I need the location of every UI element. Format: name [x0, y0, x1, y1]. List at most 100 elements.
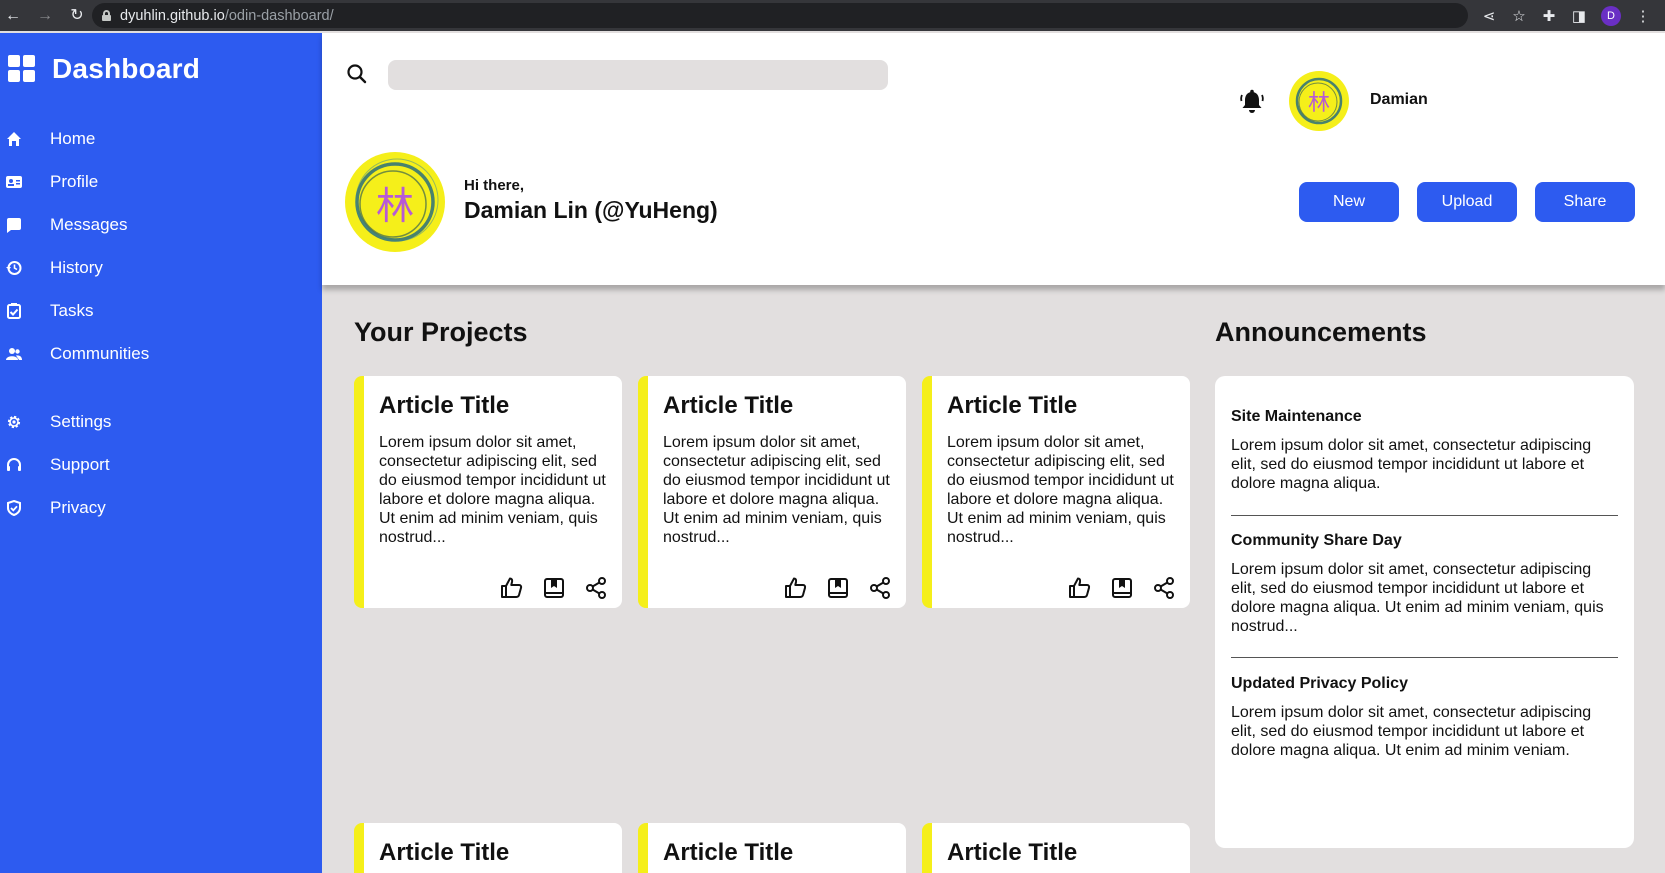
shield-icon — [6, 500, 22, 516]
project-card[interactable]: Article Title — [638, 823, 906, 873]
sidebar-item-label: Tasks — [50, 301, 94, 320]
project-card[interactable]: Article Title Lorem ipsum dolor sit amet… — [922, 376, 1190, 608]
sidebar-item-label: History — [50, 258, 103, 277]
sidebar-item-label: Settings — [50, 412, 112, 431]
card-title: Article Title — [663, 839, 794, 866]
search-icon[interactable] — [346, 63, 368, 85]
profile-avatar-large: 林 — [344, 151, 446, 253]
gear-icon — [6, 414, 22, 430]
id-card-icon — [6, 174, 22, 190]
headset-icon — [6, 457, 22, 473]
profile-avatar[interactable]: D — [1601, 5, 1621, 26]
card-actions — [1068, 576, 1176, 600]
thumbs-up-icon[interactable] — [500, 576, 524, 600]
bookmark-star-icon[interactable]: ☆ — [1511, 7, 1527, 25]
sidebar-item-privacy[interactable]: Privacy — [0, 493, 322, 523]
lock-icon — [102, 10, 111, 21]
browser-nav: ← → ↻ — [0, 7, 90, 24]
announcement-title: Community Share Day — [1231, 532, 1402, 549]
sidebar-item-support[interactable]: Support — [0, 450, 322, 480]
share-icon[interactable] — [868, 576, 892, 600]
brand[interactable]: Dashboard — [8, 53, 200, 85]
announcement-title: Site Maintenance — [1231, 408, 1362, 425]
share-icon[interactable] — [1152, 576, 1176, 600]
sidebar-item-label: Privacy — [50, 498, 106, 517]
sidebar-item-label: Communities — [50, 344, 150, 363]
card-body: Lorem ipsum dolor sit amet, consectetur … — [947, 434, 1174, 546]
avatar[interactable]: 林 — [1288, 70, 1350, 132]
people-icon — [6, 346, 22, 362]
divider — [1231, 515, 1618, 516]
card-actions — [500, 576, 608, 600]
home-icon — [6, 131, 22, 147]
bookmark-icon[interactable] — [1110, 576, 1134, 600]
side-panel-icon[interactable]: ◨ — [1571, 7, 1587, 25]
sidebar-item-communities[interactable]: Communities — [0, 339, 322, 369]
url-host: dyuhlin.github.io — [120, 7, 225, 24]
forward-icon[interactable]: → — [36, 7, 54, 24]
browser-actions: ⋖ ☆ ✚ ◨ D ⋮ — [1481, 0, 1665, 31]
card-body: Lorem ipsum dolor sit amet, consectetur … — [663, 434, 890, 546]
greeting-text: Hi there, — [464, 177, 525, 194]
header: 林 Damian 林 Hi there, Damian Lin (@YuHeng… — [322, 33, 1665, 285]
project-card[interactable]: Article Title Lorem ipsum dolor sit amet… — [638, 376, 906, 608]
announcements-heading: Announcements — [1215, 317, 1427, 347]
card-title: Article Title — [379, 392, 510, 419]
extensions-icon[interactable]: ✚ — [1541, 7, 1557, 25]
address-bar[interactable]: dyuhlin.github.io/odin-dashboard/ — [92, 3, 1468, 28]
project-card[interactable]: Article Title — [354, 823, 622, 873]
announcement-item: Updated Privacy Policy Lorem ipsum dolor… — [1231, 675, 1618, 760]
notification-bell-icon[interactable] — [1238, 88, 1266, 116]
reload-icon[interactable]: ↻ — [68, 7, 86, 24]
clipboard-check-icon — [6, 303, 22, 319]
projects-heading: Your Projects — [354, 317, 528, 347]
avatar-char: 林 — [375, 183, 414, 228]
thumbs-up-icon[interactable] — [1068, 576, 1092, 600]
sidebar-item-profile[interactable]: Profile — [0, 167, 322, 197]
sidebar-item-messages[interactable]: Messages — [0, 210, 322, 240]
card-actions — [784, 576, 892, 600]
sidebar-item-settings[interactable]: Settings — [0, 407, 322, 437]
project-card[interactable]: Article Title — [922, 823, 1190, 873]
sidebar-item-label: Profile — [50, 172, 99, 191]
announcement-body: Lorem ipsum dolor sit amet, consectetur … — [1231, 704, 1592, 759]
announcement-body: Lorem ipsum dolor sit amet, consectetur … — [1231, 437, 1592, 492]
project-card[interactable]: Article Title Lorem ipsum dolor sit amet… — [354, 376, 622, 608]
search-input[interactable] — [388, 60, 888, 90]
share-button[interactable]: Share — [1535, 182, 1635, 222]
announcement-body: Lorem ipsum dolor sit amet, consectetur … — [1231, 561, 1604, 635]
sidebar-item-label: Support — [50, 455, 110, 474]
bookmark-icon[interactable] — [826, 576, 850, 600]
history-icon — [6, 260, 22, 276]
sidebar-item-label: Home — [50, 129, 96, 148]
share-icon[interactable] — [584, 576, 608, 600]
page-title: Damian Lin (@YuHeng) — [464, 197, 718, 223]
card-title: Article Title — [947, 839, 1078, 866]
avatar-char: 林 — [1307, 91, 1330, 116]
announcement-item: Community Share Day Lorem ipsum dolor si… — [1231, 532, 1618, 636]
announcement-item: Site Maintenance Lorem ipsum dolor sit a… — [1231, 408, 1618, 493]
sidebar-item-tasks[interactable]: Tasks — [0, 296, 322, 326]
thumbs-up-icon[interactable] — [784, 576, 808, 600]
url-path: /odin-dashboard/ — [224, 7, 334, 24]
new-button[interactable]: New — [1299, 182, 1399, 222]
announcements-panel: Site Maintenance Lorem ipsum dolor sit a… — [1215, 376, 1634, 848]
share-page-icon[interactable]: ⋖ — [1481, 7, 1497, 25]
card-title: Article Title — [379, 839, 510, 866]
card-title: Article Title — [663, 392, 794, 419]
bookmark-icon[interactable] — [542, 576, 566, 600]
brand-title: Dashboard — [52, 53, 201, 84]
header-user-name[interactable]: Damian — [1370, 91, 1428, 109]
upload-button[interactable]: Upload — [1417, 182, 1517, 222]
back-icon[interactable]: ← — [4, 7, 22, 24]
card-title: Article Title — [947, 392, 1078, 419]
card-body: Lorem ipsum dolor sit amet, consectetur … — [379, 434, 606, 546]
sidebar: Dashboard Home Profile Messages History … — [0, 33, 322, 873]
message-icon — [6, 217, 22, 233]
menu-kebab-icon[interactable]: ⋮ — [1635, 7, 1651, 25]
sidebar-item-label: Messages — [50, 215, 128, 234]
divider — [1231, 657, 1618, 658]
sidebar-item-history[interactable]: History — [0, 253, 322, 283]
sidebar-item-home[interactable]: Home — [0, 124, 322, 154]
announcement-title: Updated Privacy Policy — [1231, 675, 1408, 692]
